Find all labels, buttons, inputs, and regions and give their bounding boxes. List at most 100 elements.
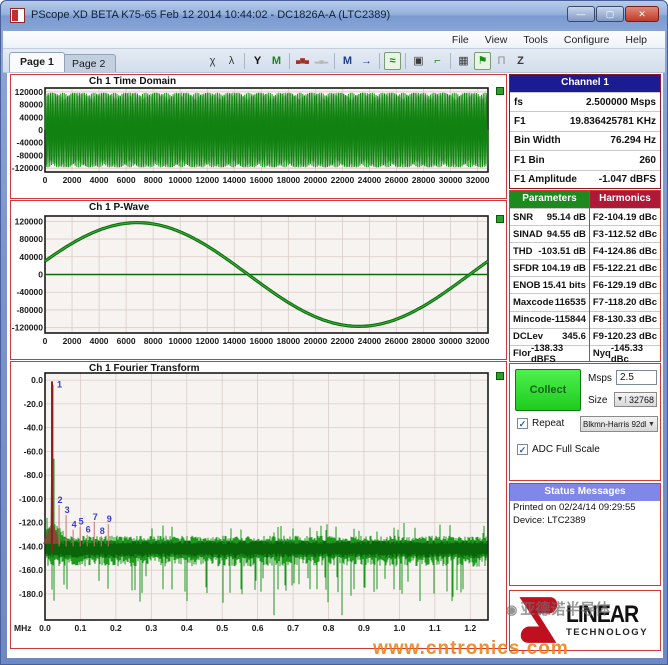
svg-text:0.1: 0.1 [75,623,87,633]
svg-text:14000: 14000 [222,336,246,346]
svg-text:80000: 80000 [19,100,43,110]
svg-text:14000: 14000 [222,175,246,185]
histogram-icon[interactable]: ▄▆▄ [294,52,311,70]
menu-item-file[interactable]: File [444,34,477,46]
channel-value: 2.500000 Msps [586,97,656,108]
notch-icon[interactable]: ⌐ [429,52,446,70]
collect-button[interactable]: Collect [515,369,581,411]
pick-tool-icon[interactable]: χ [204,52,221,70]
harmonic-row: F3-112.52 dBc [590,225,660,242]
avg-arrow-icon[interactable]: → [358,52,375,70]
pscope-window: PScope XD BETA K75-65 Feb 12 2014 10:44:… [0,0,668,665]
parameter-value: 116535 [555,297,586,308]
menu-item-configure[interactable]: Configure [556,34,618,46]
menu-item-tools[interactable]: Tools [515,34,556,46]
size-dropdown[interactable]: ▼ 32768 [614,392,657,407]
pulse-icon[interactable]: Π [493,52,510,70]
svg-text:6000: 6000 [117,336,136,346]
title-bar[interactable]: PScope XD BETA K75-65 Feb 12 2014 10:44:… [1,1,667,31]
harmonics-header: Harmonics [590,191,660,208]
svg-text:0: 0 [38,125,43,135]
multi-trace-icon[interactable]: M [268,52,285,70]
svg-text:16000: 16000 [249,336,273,346]
toolbar-separator [405,53,406,69]
status-line: Printed on 02/24/14 09:29:55 [510,501,660,514]
tab-page-2[interactable]: Page 2 [61,54,116,72]
close-button[interactable]: ✕ [625,6,659,22]
fourier-panel[interactable]: Ch 1 Fourier Transform 0.00.10.20.30.40.… [10,361,507,649]
repeat-label: Repeat [532,418,564,429]
parameter-value: -103.51 dB [538,246,586,257]
msps-input[interactable]: 2.5 [616,370,657,385]
probe-icon[interactable]: λ [223,52,240,70]
svg-text:0: 0 [43,175,48,185]
chevron-down-icon: ▼ [646,421,657,428]
svg-text:32000: 32000 [466,175,490,185]
tab-page-1[interactable]: Page 1 [9,52,65,72]
svg-text:-40000: -40000 [17,287,44,297]
harmonic-row: F6-129.19 dBc [590,276,660,293]
tab-bar: Page 1 Page 2 χλYM▄▆▄▂▄▂M→≈▣⌐▦⚑ΠZ [3,49,665,73]
time-domain-panel[interactable]: Ch 1 Time Domain 02000400060008000100001… [10,74,507,199]
menu-item-view[interactable]: View [477,34,516,46]
svg-text:0.0: 0.0 [31,375,43,385]
trace-legend-swatch[interactable] [496,372,504,380]
parameter-label: SNR [513,212,533,223]
svg-text:0.9: 0.9 [358,623,370,633]
z-icon[interactable]: Z [512,52,529,70]
flag-icon[interactable]: ⚑ [474,52,491,70]
trace-legend-swatch[interactable] [496,87,504,95]
maximize-button[interactable]: ▢ [596,6,624,22]
parameter-value: -138.33 dBFS [531,343,586,365]
collect-wave-icon[interactable]: ≈ [384,52,401,70]
channel-label: Bin Width [514,135,561,146]
parameter-row: Flor-138.33 dBFS [510,345,589,362]
chip-icon[interactable]: ▦ [455,52,472,70]
svg-text:-180.0: -180.0 [19,589,43,599]
harmonic-label: F4 [593,246,604,257]
window-function-dropdown[interactable]: Blkmn-Harris 92dB ▼ [580,416,658,432]
svg-text:6: 6 [86,525,91,535]
svg-text:28000: 28000 [412,175,436,185]
collect-panel: Collect Msps 2.5 Size ▼ 32768 ✓ Repeat B… [509,363,661,481]
repeat-checkbox[interactable]: ✓ Repeat [517,418,564,429]
channel-info-panel: Channel 1 fs2.500000 MspsF119.836425781 … [509,74,661,189]
status-line: Device: LTC2389 [510,514,660,527]
svg-text:2000: 2000 [63,336,82,346]
y-axis-icon[interactable]: Y [249,52,266,70]
harmonic-label: Nyq [593,348,611,359]
trace-legend-swatch[interactable] [496,215,504,223]
parameter-label: Maxcode [513,297,554,308]
parameter-row: Mincode-115844 [510,311,589,328]
parameter-row: SINAD94.55 dB [510,225,589,242]
svg-text:1.0: 1.0 [393,623,405,633]
menu-item-help[interactable]: Help [617,34,655,46]
toolbar-separator [244,53,245,69]
device-icon[interactable]: ▣ [410,52,427,70]
svg-text:3: 3 [65,505,70,515]
parameter-value: -115844 [552,314,586,325]
svg-text:0.4: 0.4 [181,623,193,633]
parameter-label: SINAD [513,229,543,240]
parameter-value: 95.14 dB [547,212,586,223]
watermark-chinese: ◉亚德诺半导体 [506,598,610,619]
channel-label: F1 [514,116,526,127]
samples-icon[interactable]: ▂▄▂ [313,52,330,70]
harmonic-label: F5 [593,263,604,274]
measurements-panel: Parameters SNR95.14 dBSINAD94.55 dBTHD-1… [509,190,661,362]
harmonic-row: F7-118.20 dBc [590,293,660,310]
svg-text:-120.0: -120.0 [19,518,43,528]
minimize-button[interactable]: — [567,6,595,22]
toolbar-separator [334,53,335,69]
pwave-panel[interactable]: Ch 1 P-Wave 0200040006000800010000120001… [10,200,507,360]
channel-row: F1 Amplitude-1.047 dBFS [510,170,660,189]
harmonic-value: -130.33 dBc [604,314,657,325]
svg-text:-140.0: -140.0 [19,541,43,551]
adc-full-scale-checkbox[interactable]: ✓ ADC Full Scale [517,444,600,455]
toolbar-separator [379,53,380,69]
max-avg-icon[interactable]: M [339,52,356,70]
harmonic-label: F9 [593,331,604,342]
svg-text:4000: 4000 [90,336,109,346]
svg-text:22000: 22000 [331,336,355,346]
svg-text:8000: 8000 [144,336,163,346]
